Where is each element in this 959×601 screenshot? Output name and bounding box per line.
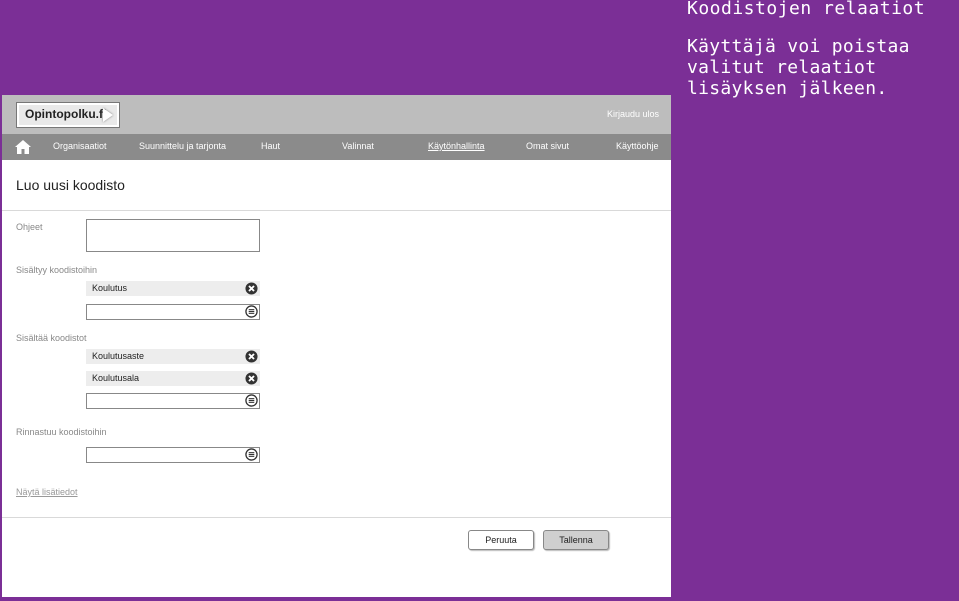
included-in-label: Sisältyy koodistoihin [16, 265, 98, 275]
footer-divider [2, 517, 671, 518]
relation-chip-label: Koulutusaste [92, 351, 145, 361]
note-description: Käyttäjä voi poistaa valitut relaatiot l… [687, 36, 910, 99]
logo-text: Opintopolku.fi [25, 107, 107, 121]
top-bar: Opintopolku.fi Kirjaudu ulos [2, 95, 671, 134]
relation-chip-label: Koulutusala [92, 373, 140, 383]
remove-icon[interactable] [245, 372, 258, 385]
show-more-link[interactable]: Näytä lisätiedot [16, 487, 78, 497]
relation-chip: Koulutusala [86, 371, 260, 386]
nav-item-organisaatiot[interactable]: Organisaatiot [53, 141, 107, 151]
note-title: Koodistojen relaatiot [687, 0, 926, 19]
remove-icon[interactable] [245, 350, 258, 363]
includes-selector[interactable] [86, 393, 260, 409]
page-title: Luo uusi koodisto [16, 177, 125, 193]
ohjeet-label: Ohjeet [16, 222, 43, 232]
save-button[interactable]: Tallenna [543, 530, 609, 550]
logout-link[interactable]: Kirjaudu ulos [607, 109, 659, 119]
nav-item-kaytonhallinta[interactable]: Käytönhallinta [428, 141, 485, 151]
remove-icon[interactable] [245, 282, 258, 295]
nav-item-haut[interactable]: Haut [261, 141, 280, 151]
main-nav: Organisaatiot Suunnittelu ja tarjonta Ha… [2, 134, 671, 160]
parallel-label: Rinnastuu koodistoihin [16, 427, 107, 437]
nav-item-omat-sivut[interactable]: Omat sivut [526, 141, 569, 151]
relation-chip: Koulutusaste [86, 349, 260, 364]
includes-label: Sisältää koodistot [16, 333, 87, 343]
cancel-button[interactable]: Peruuta [468, 530, 534, 550]
included-in-selector[interactable] [86, 304, 260, 320]
nav-item-kayttoohje[interactable]: Käyttöohje [616, 141, 659, 151]
list-icon[interactable] [245, 394, 258, 407]
home-icon[interactable] [15, 140, 31, 154]
nav-item-suunnittelu[interactable]: Suunnittelu ja tarjonta [139, 141, 226, 151]
list-icon[interactable] [245, 305, 258, 318]
nav-item-valinnat[interactable]: Valinnat [342, 141, 374, 151]
list-icon[interactable] [245, 448, 258, 461]
relation-chip: Koulutus [86, 281, 260, 296]
parallel-selector[interactable] [86, 447, 260, 463]
relation-chip-label: Koulutus [92, 283, 128, 293]
logo[interactable]: Opintopolku.fi [16, 102, 120, 128]
logo-arrow-icon [103, 108, 113, 122]
ohjeet-textarea[interactable] [86, 219, 260, 252]
app-window: Opintopolku.fi Kirjaudu ulos Organisaati… [2, 95, 671, 597]
title-divider [2, 210, 671, 211]
